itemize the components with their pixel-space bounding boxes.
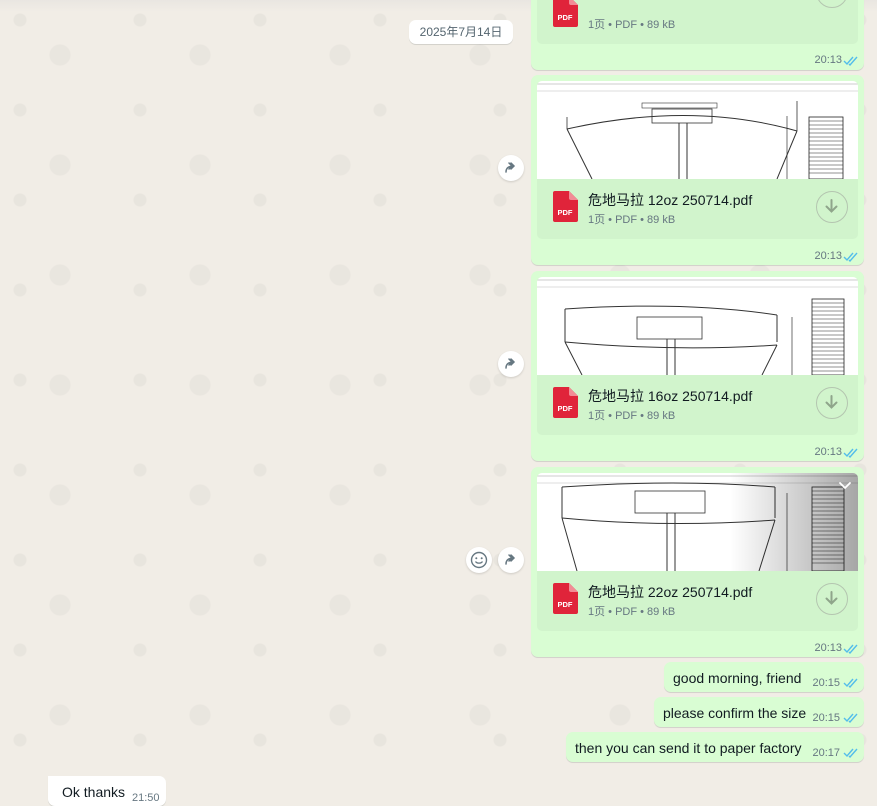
pdf-icon: PDF: [553, 387, 578, 418]
download-icon: [825, 591, 838, 605]
double-check-icon: [843, 448, 858, 458]
svg-text:PDF: PDF: [558, 208, 573, 217]
message-text: good morning, friend: [673, 670, 802, 686]
download-button[interactable]: [816, 0, 848, 8]
document-meta: 1页 • PDF • 89 kB: [588, 410, 676, 422]
double-check-icon: [843, 678, 858, 688]
forward-icon: [505, 358, 516, 369]
react-button[interactable]: [466, 547, 492, 573]
message-time: 20:13: [814, 446, 842, 458]
download-icon: [817, 0, 846, 6]
document-message[interactable]: PDF 1页 • PDF • 89 kB 20:13: [531, 0, 864, 70]
download-button[interactable]: [816, 191, 848, 223]
message-time: 21:50: [132, 792, 160, 804]
forward-icon: [505, 554, 516, 565]
download-icon: [825, 395, 838, 409]
document-preview[interactable]: [537, 277, 858, 375]
document-preview[interactable]: [537, 473, 858, 571]
incoming-message[interactable]: Ok thanks 21:50: [48, 776, 166, 806]
document-info: PDF 危地马拉 12oz 250714.pdf 1页 • PDF • 89 k…: [537, 179, 858, 239]
chevron-down-icon[interactable]: [838, 481, 852, 491]
message-text: then you can send it to paper factory: [575, 740, 802, 756]
document-meta: 1页 • PDF • 89 kB: [588, 214, 676, 226]
forward-icon: [505, 162, 516, 173]
download-button[interactable]: [816, 583, 848, 615]
document-filename: 危地马拉 12oz 250714.pdf: [588, 192, 753, 208]
forward-button[interactable]: [498, 155, 524, 181]
document-message[interactable]: PDF 危地马拉 16oz 250714.pdf 1页 • PDF • 89 k…: [531, 271, 864, 461]
document-info: PDF 1页 • PDF • 89 kB: [537, 0, 858, 44]
document-preview[interactable]: [537, 81, 858, 179]
download-icon: [825, 199, 838, 213]
download-button[interactable]: [816, 387, 848, 419]
document-message[interactable]: PDF 危地马拉 12oz 250714.pdf 1页 • PDF • 89 k…: [531, 75, 864, 265]
message-time: 20:17: [812, 747, 840, 759]
double-check-icon: [843, 56, 858, 66]
text-message[interactable]: then you can send it to paper factory 20…: [566, 732, 864, 762]
drawing-preview: [537, 473, 858, 571]
double-check-icon: [843, 713, 858, 723]
message-time: 20:15: [812, 712, 840, 724]
document-filename: 危地马拉 22oz 250714.pdf: [588, 584, 753, 600]
message-time: 20:13: [814, 54, 842, 66]
forward-button[interactable]: [498, 351, 524, 377]
drawing-preview: [537, 83, 858, 179]
document-filename: 危地马拉 16oz 250714.pdf: [588, 388, 753, 404]
message-time: 20:13: [814, 642, 842, 654]
text-message[interactable]: good morning, friend 20:15: [664, 662, 864, 692]
svg-text:PDF: PDF: [558, 13, 573, 22]
forward-button[interactable]: [498, 547, 524, 573]
double-check-icon: [843, 644, 858, 654]
document-info: PDF 危地马拉 22oz 250714.pdf 1页 • PDF • 89 k…: [537, 571, 858, 631]
document-meta: 1页 • PDF • 89 kB: [588, 606, 676, 618]
emoji-icon: [470, 551, 488, 569]
svg-text:PDF: PDF: [558, 600, 573, 609]
double-check-icon: [843, 252, 858, 262]
svg-text:PDF: PDF: [558, 404, 573, 413]
drawing-preview: [537, 279, 858, 375]
message-text: please confirm the size: [663, 705, 807, 721]
double-check-icon: [843, 748, 858, 758]
document-meta: 1页 • PDF • 89 kB: [588, 19, 676, 31]
pdf-icon: PDF: [553, 191, 578, 222]
message-time: 20:15: [812, 677, 840, 689]
message-time: 20:13: [814, 250, 842, 262]
pdf-icon: PDF: [553, 0, 578, 27]
document-info: PDF 危地马拉 16oz 250714.pdf 1页 • PDF • 89 k…: [537, 375, 858, 435]
message-text: Ok thanks: [62, 784, 126, 800]
date-separator: 2025年7月14日: [409, 20, 513, 44]
pdf-icon: PDF: [553, 583, 578, 614]
document-message[interactable]: PDF 危地马拉 22oz 250714.pdf 1页 • PDF • 89 k…: [531, 467, 864, 657]
text-message[interactable]: please confirm the size 20:15: [654, 697, 864, 727]
